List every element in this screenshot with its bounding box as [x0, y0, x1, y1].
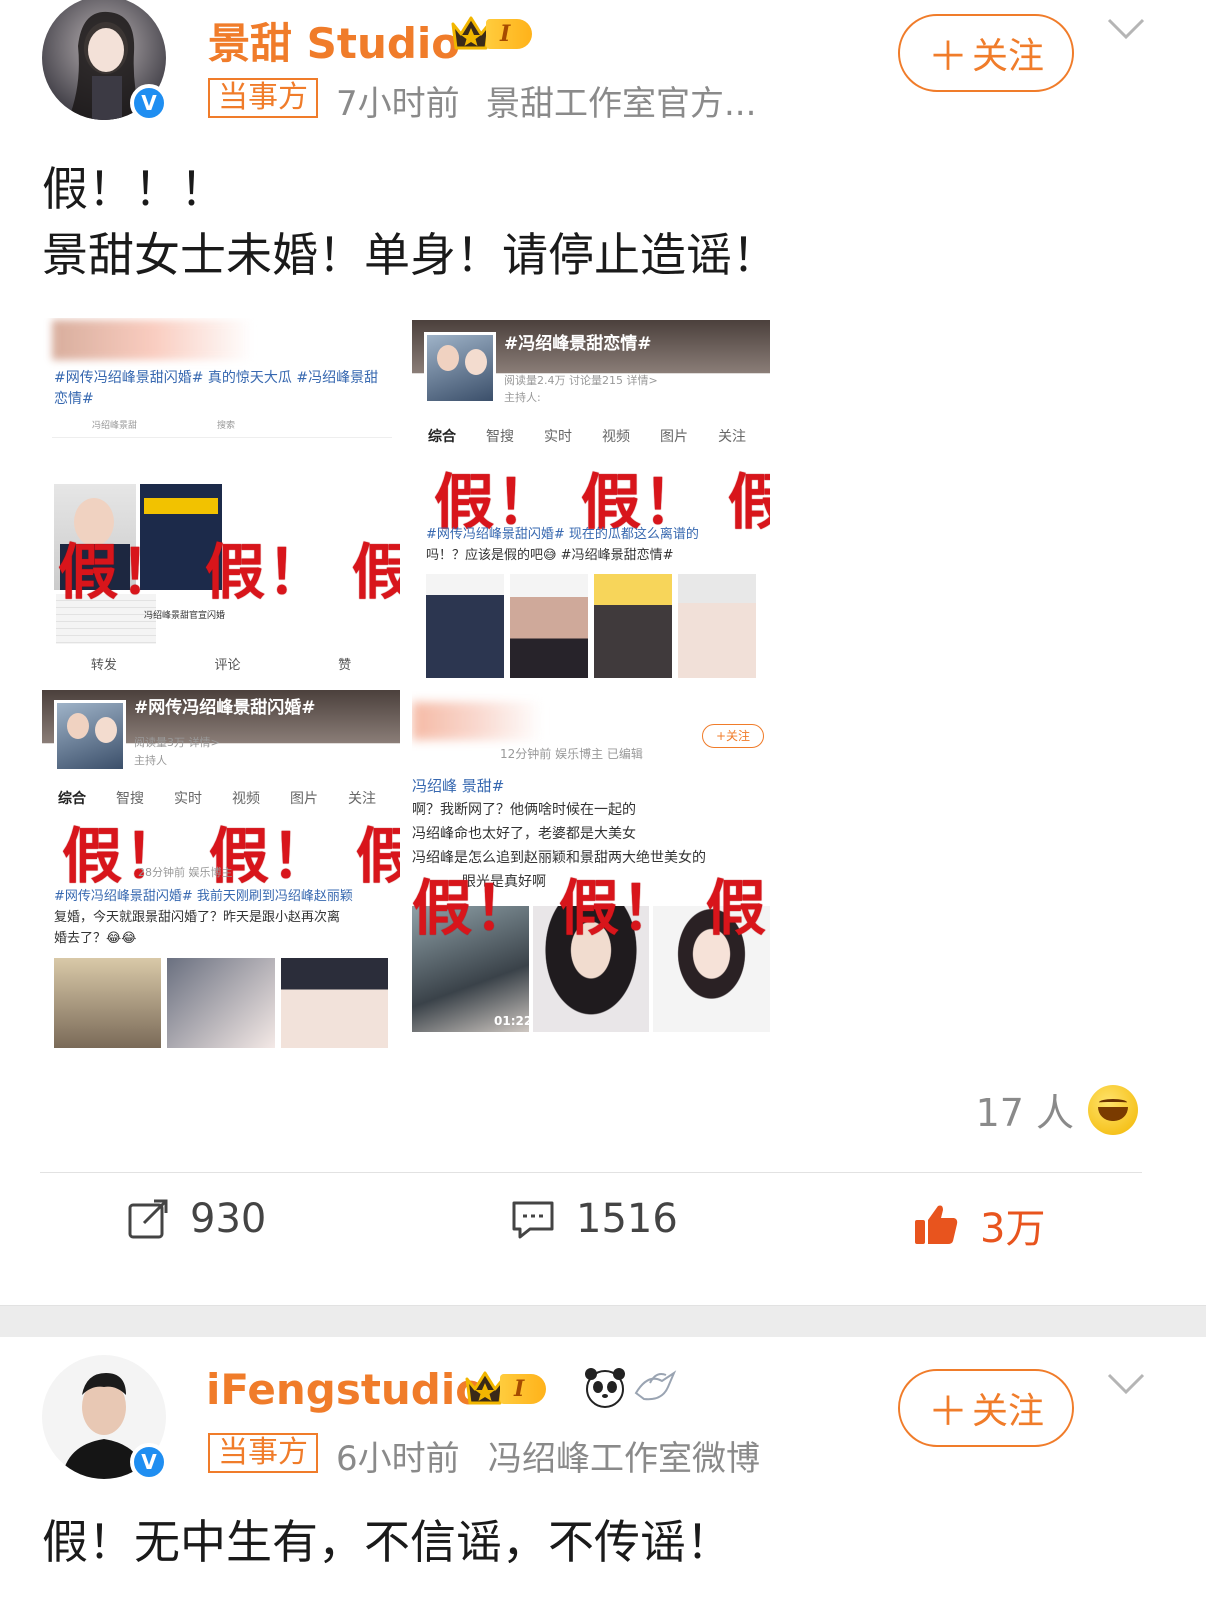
- role-tag: 当事方: [208, 78, 318, 118]
- post-source[interactable]: 冯绍峰工作室微博: [488, 1431, 760, 1480]
- blurred-header: [412, 702, 542, 740]
- post-image-2[interactable]: #冯绍峰景甜恋情# 阅读量2.4万 讨论量215 详情> 主持人: 综合 智搜 …: [412, 320, 770, 680]
- follow-label: 关注: [971, 36, 1044, 77]
- comment-button[interactable]: 1516: [510, 1196, 678, 1242]
- plus-icon: ＋: [927, 1389, 968, 1435]
- follow-label: 关注: [971, 1391, 1044, 1432]
- image4-time-line: 12分钟前 娱乐博主 已编辑: [500, 747, 643, 761]
- post-text-line-2: 景甜女士未婚！单身！请停止造谣！: [42, 228, 778, 282]
- fake-stamp: 假！ 假！ 假！: [58, 538, 400, 608]
- image4-hashtag: 冯绍峰 景甜#: [412, 777, 505, 795]
- image2-tabs: 综合 智搜 实时 视频 图片 关注 +: [428, 429, 746, 445]
- image1-comment: 评论: [214, 658, 241, 673]
- post-image-3[interactable]: #网传冯绍峰景甜闪婚# 阅读量3万 详情> 主持人 综合 智搜 实时 视频 图片…: [42, 690, 400, 1050]
- image1-hashtag-line2: 恋情#: [54, 391, 94, 407]
- feed-separator: [0, 1305, 1206, 1337]
- image3-thumbnails: [54, 958, 388, 1048]
- weibo-post-2: V iFengstudio I 当事方 6小时前 冯绍峰工作室微博 ＋ 关注 假…: [0, 1337, 1206, 1598]
- role-tag: 当事方: [208, 1433, 318, 1473]
- comment-icon: [512, 1201, 554, 1239]
- level-text: I: [500, 1374, 547, 1404]
- image1-hashtag-line1: #网传冯绍峰景甜闪婚# 真的惊天大瓜 #冯绍峰景甜: [54, 370, 379, 386]
- image2-post-line1: #网传冯绍峰景甜闪婚# 现在的瓜都这么离谱的: [426, 527, 699, 542]
- blurred-header: [52, 320, 252, 360]
- image3-topic-title: #网传冯绍峰景甜闪婚#: [134, 698, 316, 718]
- image3-post-line3: 婚去了？😂😂: [54, 931, 137, 946]
- username[interactable]: iFengstudio: [206, 1365, 484, 1414]
- repost-button[interactable]: 930: [126, 1196, 266, 1242]
- fake-stamp: 假！ 假！ 假: [412, 874, 768, 944]
- dove-icon: [634, 1370, 677, 1401]
- verified-v-icon: V: [130, 84, 168, 122]
- image2-topic-title: #冯绍峰景甜恋情#: [504, 334, 652, 354]
- weibo-post-1: V 景甜 Studio I 当事方 7小时前 景甜工作室官方... ＋ 关注 假…: [0, 0, 1206, 1305]
- divider: [40, 1172, 1142, 1173]
- comment-count: 1516: [576, 1196, 678, 1242]
- plus-icon: ＋: [927, 34, 968, 80]
- reaction-summary[interactable]: 17 人: [976, 1082, 1138, 1137]
- image3-topic-thumb: [54, 700, 126, 772]
- image1-search-bar: 冯绍峰景甜 搜索: [52, 416, 392, 438]
- post-image-4[interactable]: +关注 12分钟前 娱乐博主 已编辑 冯绍峰 景甜# 啊？我断网了？他俩啥时候在…: [412, 690, 770, 1040]
- follow-button[interactable]: ＋ 关注: [898, 1369, 1074, 1447]
- image2-thumbnails: [426, 574, 756, 678]
- image4-follow-btn: +关注: [702, 724, 764, 748]
- image1-like: 赞: [338, 658, 352, 673]
- image3-tabs: 综合 智搜 实时 视频 图片 关注 +: [58, 791, 376, 807]
- vip-level-badge[interactable]: I: [450, 14, 533, 54]
- image2-post-line2: 吗！？应该是假的吧😅 #冯绍峰景甜恋情#: [426, 548, 674, 563]
- like-button[interactable]: 3万: [912, 1196, 1045, 1254]
- repost-icon: [128, 1199, 168, 1239]
- post-text-line-1: 假！！！: [42, 162, 226, 216]
- image2-topic-host: 主持人:: [504, 391, 541, 404]
- post-time: 6小时前: [336, 1439, 460, 1479]
- verified-v-icon: V: [130, 1443, 168, 1481]
- video-duration: 01:22: [494, 1014, 533, 1028]
- vip-level-badge[interactable]: I: [464, 1369, 547, 1409]
- chevron-down-icon[interactable]: [1106, 16, 1146, 42]
- image3-topic-host: 主持人: [134, 754, 167, 767]
- image1-repost: 转发: [90, 658, 117, 673]
- post-text: 假！无中生有，不信谣，不传谣！: [42, 1515, 732, 1569]
- image4-post-line2: 冯绍峰命也太好了，老婆都是大美女: [412, 826, 636, 842]
- post-image-1[interactable]: #网传冯绍峰景甜闪婚# 真的惊天大瓜 #冯绍峰景甜 恋情# 冯绍峰景甜 搜索 冯…: [42, 318, 400, 684]
- reaction-count: 17 人: [975, 1091, 1074, 1135]
- post-time: 7小时前: [336, 84, 460, 124]
- image1-search-text: 冯绍峰景甜: [92, 421, 138, 431]
- username[interactable]: 景甜 Studio: [208, 10, 460, 71]
- panda-icon: [585, 1368, 625, 1408]
- laughing-emoji-icon: [1088, 1084, 1138, 1135]
- repost-count: 930: [190, 1196, 267, 1242]
- image4-post-line1: 啊？我断网了？他俩啥时候在一起的: [412, 802, 636, 818]
- image1-search-btn: 搜索: [217, 421, 236, 431]
- follow-button[interactable]: ＋ 关注: [898, 14, 1074, 92]
- level-text: I: [486, 19, 533, 49]
- post-source[interactable]: 景甜工作室官方...: [486, 76, 756, 125]
- chevron-down-icon[interactable]: [1106, 1371, 1146, 1397]
- like-count: 3万: [980, 1206, 1046, 1252]
- image3-time-line: 28分钟前 娱乐博主: [138, 866, 233, 879]
- image3-post-line2: 复婚，今天就跟景甜闪婚了？昨天是跟小赵再次离: [54, 910, 341, 925]
- image3-post-line1: #网传冯绍峰景甜闪婚# 我前天刚刷到冯绍峰赵丽颖: [54, 889, 353, 904]
- image2-topic-thumb: [424, 332, 496, 404]
- image1-action-bar: 转发 评论 赞: [42, 654, 400, 673]
- thumbs-up-icon: [915, 1205, 958, 1244]
